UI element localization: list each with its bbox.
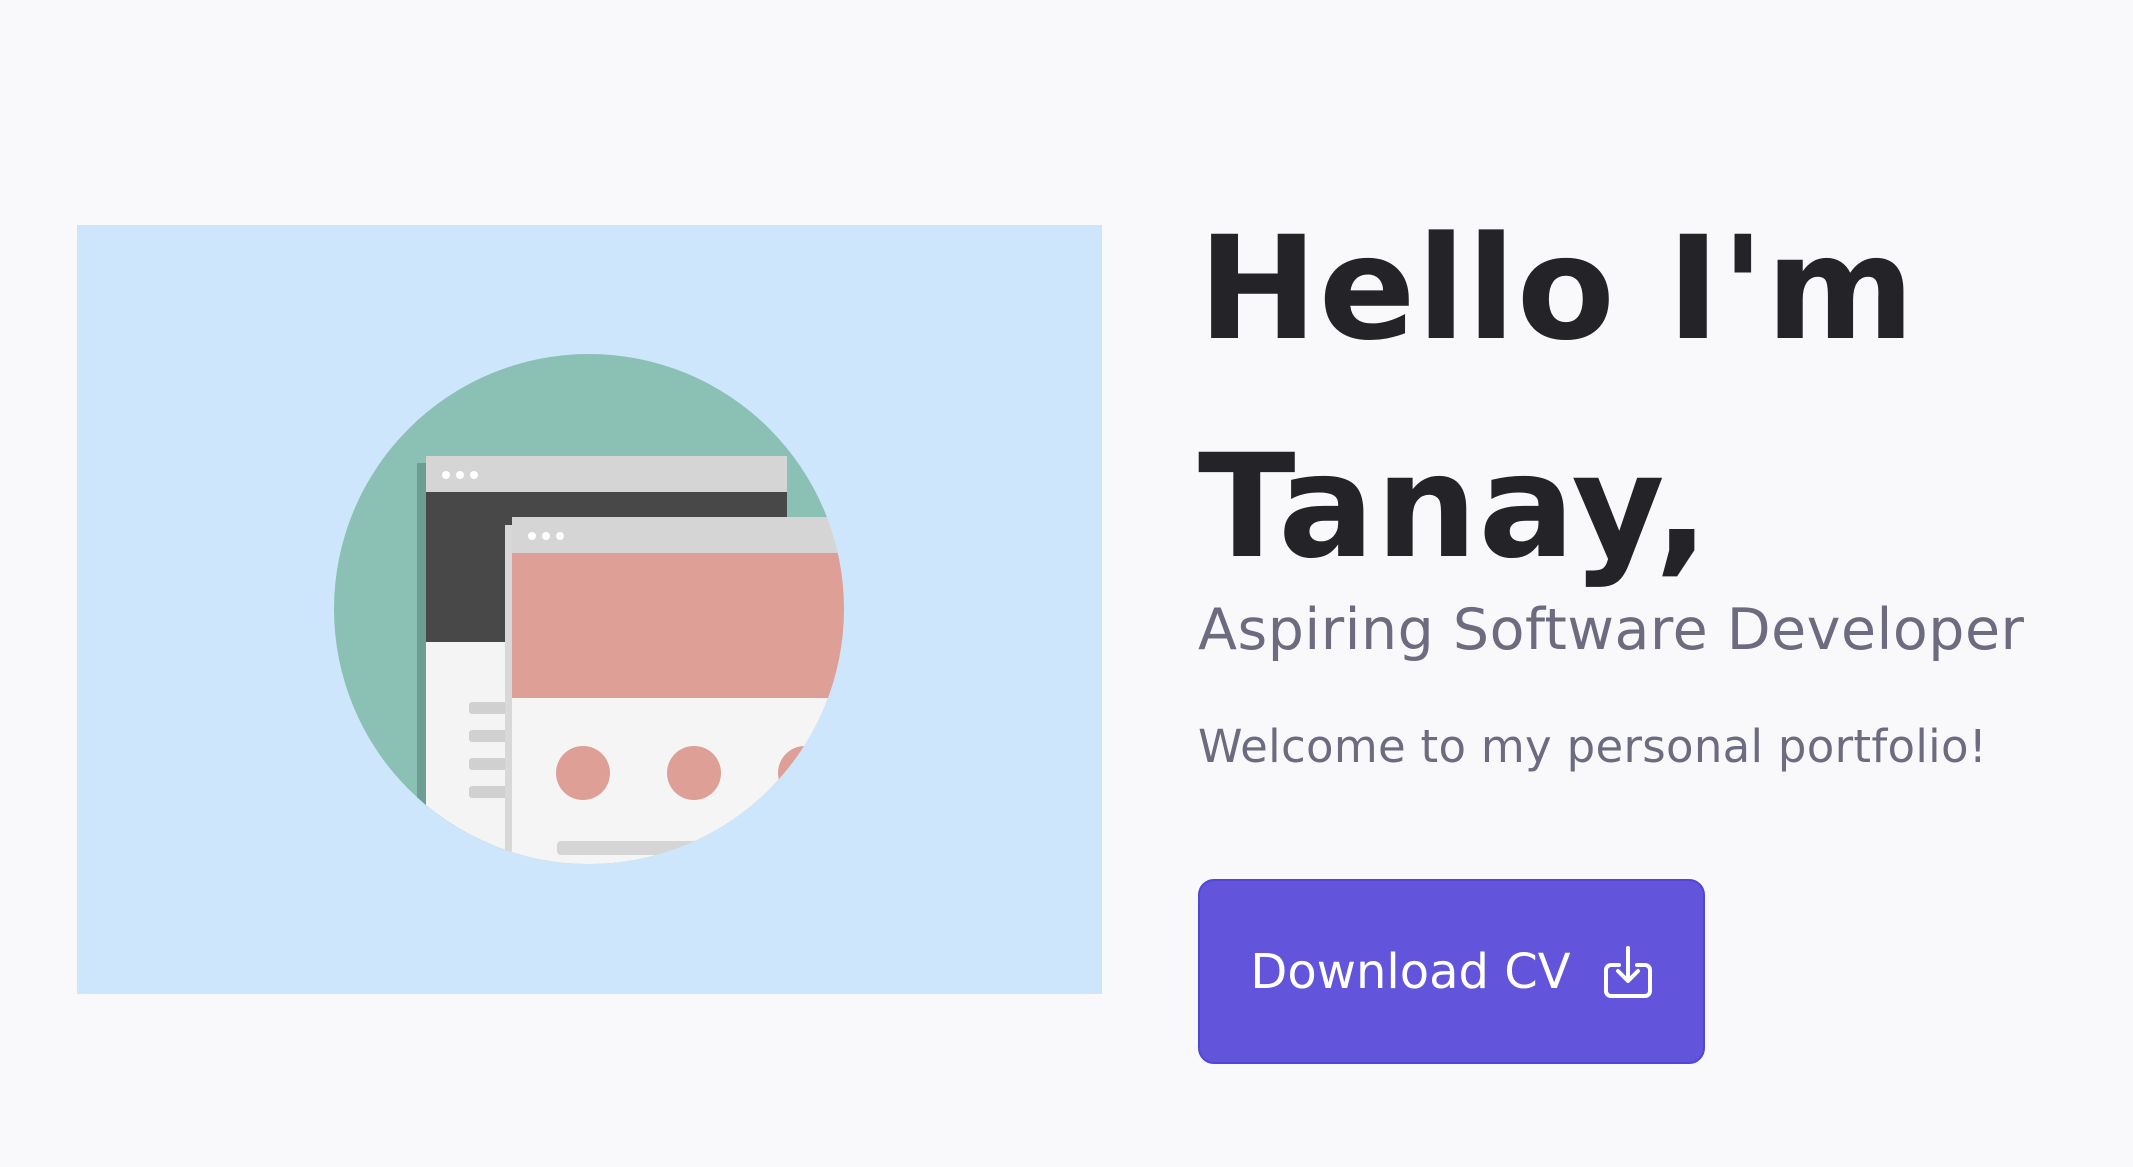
download-cv-button[interactable]: Download CV (1198, 879, 1705, 1064)
role-subtitle: Aspiring Software Developer (1198, 597, 2025, 663)
greeting-line-2: Tanay, (1198, 423, 1710, 590)
welcome-text: Welcome to my personal portfolio! (1198, 720, 1988, 773)
download-icon (1603, 944, 1653, 999)
browser-windows-illustration-icon (334, 354, 844, 864)
greeting-line-1: Hello I'm (1198, 205, 1916, 372)
greeting-heading: Hello I'm Tanay, (1198, 180, 1916, 616)
hero-illustration (77, 225, 1102, 994)
download-cv-label: Download CV (1250, 943, 1571, 1000)
